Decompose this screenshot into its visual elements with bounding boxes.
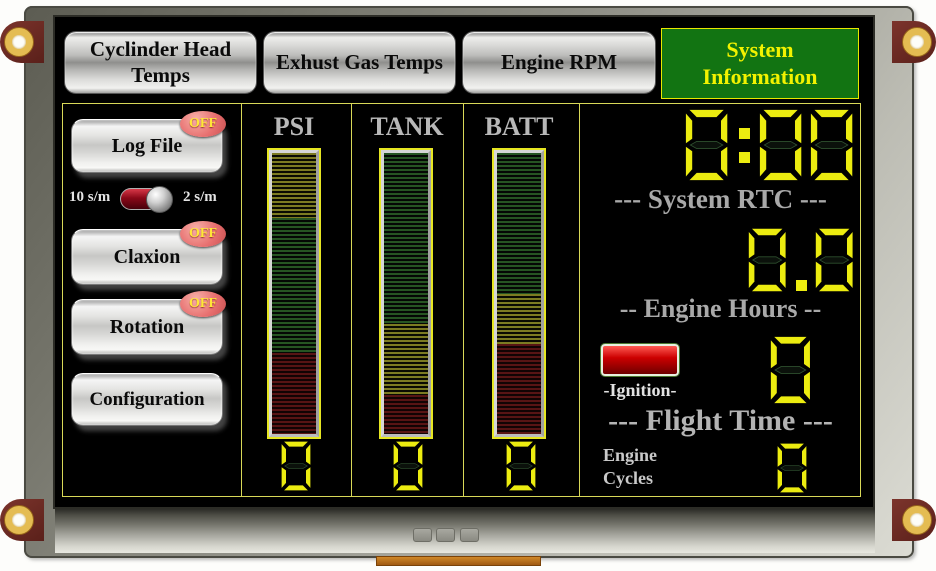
log-file-button[interactable]: Log File OFF [71, 119, 223, 173]
mounting-ring [903, 28, 931, 56]
batt-gauge [492, 148, 546, 439]
lcd-screen: Cyclinder Head Temps Exhust Gas Temps En… [55, 17, 873, 507]
connector [376, 556, 541, 566]
claxion-label: Claxion [114, 246, 181, 269]
rate-right-label: 2 s/m [183, 189, 217, 206]
engine-cycles-line2: Cycles [603, 467, 657, 490]
rotation-button[interactable]: Rotation OFF [71, 299, 223, 355]
configuration-button[interactable]: Configuration [71, 373, 223, 426]
device: Cyclinder Head Temps Exhust Gas Temps En… [0, 0, 936, 571]
engine-hours-label: -- Engine Hours -- [579, 294, 862, 324]
mounting-hole [892, 499, 936, 541]
tab-engine-rpm[interactable]: Engine RPM [462, 31, 656, 94]
batt-gauge-bar [494, 150, 544, 437]
batt-value-display [502, 441, 536, 491]
flight-time-label: --- Flight Time --- [579, 404, 862, 438]
tab-label: System Information [688, 37, 832, 90]
claxion-button[interactable]: Claxion OFF [71, 229, 223, 285]
tab-label: Engine RPM [501, 50, 617, 75]
bezel-button [460, 528, 479, 542]
log-file-label: Log File [112, 135, 183, 158]
flight-time-display [769, 336, 811, 404]
tab-system-information[interactable]: System Information [661, 28, 859, 99]
mounting-ring [903, 506, 931, 534]
tank-gauge-label: TANK [352, 112, 462, 142]
batt-gauge-label: BATT [464, 112, 574, 142]
tank-gauge [379, 148, 433, 439]
bezel-button [413, 528, 432, 542]
claxion-status-badge: OFF [180, 221, 226, 247]
bezel-button [436, 528, 455, 542]
toggle-knob[interactable] [146, 186, 173, 213]
configuration-label: Configuration [89, 389, 204, 411]
mounting-ring [5, 28, 33, 56]
system-information-panel: Log File OFF 10 s/m 2 s/m Claxion OFF Ro… [62, 103, 861, 497]
engine-cycles-line1: Engine [603, 444, 657, 467]
engine-cycles-display [775, 443, 807, 493]
mounting-hole [892, 21, 936, 63]
ignition-indicator-led [601, 344, 679, 376]
tab-exhaust-gas-temps[interactable]: Exhust Gas Temps [263, 31, 456, 94]
column-divider [351, 104, 352, 496]
rtc-display [671, 109, 853, 181]
psi-gauge [267, 148, 321, 439]
psi-gauge-bar [269, 150, 319, 437]
rotation-status-badge: OFF [180, 291, 226, 317]
rate-left-label: 10 s/m [69, 189, 110, 206]
tank-gauge-bar [381, 150, 431, 437]
system-rtc-label: --- System RTC --- [579, 184, 862, 215]
psi-gauge-label: PSI [239, 112, 349, 142]
tab-label: Cyclinder Head Temps [73, 37, 248, 87]
sample-rate-toggle[interactable] [120, 188, 170, 210]
psi-value-display [277, 441, 311, 491]
engine-hours-display [708, 228, 853, 292]
tab-label: Exhust Gas Temps [276, 50, 443, 75]
tab-cylinder-head-temps[interactable]: Cyclinder Head Temps [64, 31, 257, 94]
tank-value-display [389, 441, 423, 491]
rotation-label: Rotation [110, 316, 184, 339]
column-divider [241, 104, 242, 496]
mounting-hole [0, 499, 44, 541]
mounting-ring [5, 506, 33, 534]
mounting-hole [0, 21, 44, 63]
column-divider [463, 104, 464, 496]
ignition-label: -Ignition- [587, 380, 693, 401]
log-file-status-badge: OFF [180, 111, 226, 137]
engine-cycles-label: Engine Cycles [603, 444, 657, 489]
